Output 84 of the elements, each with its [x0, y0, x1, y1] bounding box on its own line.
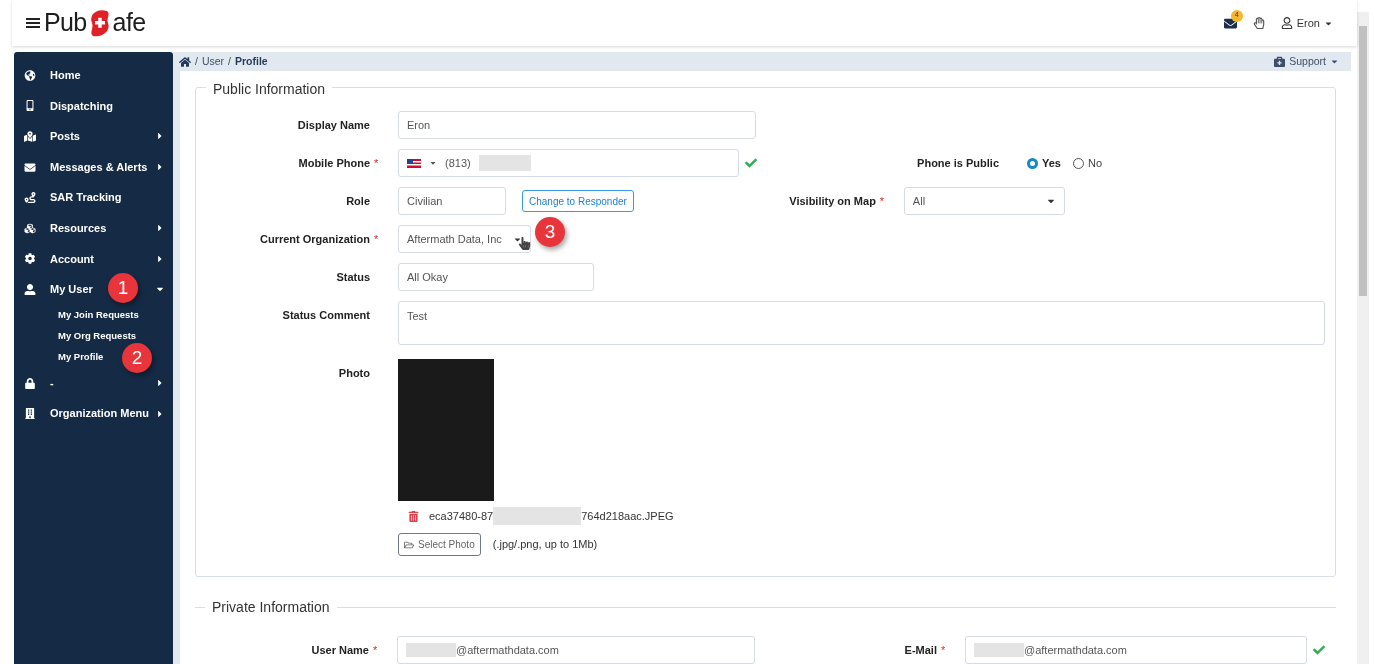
text-field[interactable]: All Okay [398, 263, 594, 291]
redaction-block [406, 643, 456, 657]
us-flag-icon [407, 158, 421, 168]
file-name-start: eca37480-87 [429, 508, 494, 524]
breadcrumb-link[interactable]: User [201, 53, 225, 70]
radio-label: Yes [1042, 155, 1061, 171]
field-label: Status Comment [282, 308, 370, 323]
user-icon [24, 283, 36, 295]
medical-kit-icon [1274, 56, 1286, 67]
redaction-block [974, 643, 1024, 657]
sidebar-item[interactable]: Posts [24, 128, 80, 145]
breadcrumb-separator: / [228, 53, 231, 69]
radio-button[interactable] [1072, 157, 1084, 169]
required-mark: * [374, 231, 379, 247]
field-label: Role [346, 193, 370, 209]
hand-cursor-icon [518, 237, 531, 250]
required-mark: * [941, 642, 946, 658]
phone-field[interactable]: (813) [398, 149, 739, 177]
text-field[interactable]: Civilian [398, 187, 506, 215]
file-hint: (.jpg/.png, up to 1Mb) [492, 537, 598, 553]
sidebar-item[interactable]: My User [24, 281, 93, 298]
lock-icon [24, 377, 36, 389]
user-menu[interactable]: Eron [1280, 14, 1333, 32]
radio-button[interactable] [1027, 157, 1038, 169]
phone-icon [24, 100, 36, 112]
file-name-end: 764d218aac.JPEG [581, 508, 674, 524]
map-icon [24, 131, 36, 142]
sidebar-item[interactable]: SAR Tracking [24, 189, 122, 206]
logo: Pub afe [44, 7, 146, 39]
sidebar-item[interactable]: - [24, 374, 54, 392]
select-photo-button[interactable]: Select Photo [398, 533, 481, 556]
breadcrumb-separator: / [195, 53, 198, 69]
trash-icon[interactable] [408, 510, 419, 522]
redaction-block [478, 155, 531, 171]
callout-badge: 2 [122, 342, 152, 373]
change-role-button[interactable]: Change to Responder [522, 190, 634, 212]
home-icon[interactable] [179, 55, 191, 68]
field-label: Current Organization [260, 231, 370, 247]
field-label: Visibility on Map [789, 193, 876, 209]
text-field[interactable]: @aftermathdata.com [397, 636, 755, 664]
field-label: Status [336, 269, 370, 285]
envelope-icon[interactable] [1223, 16, 1237, 30]
sidebar-item[interactable]: Home [24, 67, 81, 84]
hand-icon[interactable] [1252, 17, 1265, 29]
select-field[interactable]: Aftermath Data, Inc [398, 225, 531, 253]
settings-icon [24, 253, 36, 265]
sidebar-item[interactable]: Resources [24, 220, 107, 237]
sidebar-item[interactable]: Account [24, 250, 94, 268]
section-title: Private Information [211, 598, 331, 617]
text-area[interactable]: Test [398, 301, 1325, 345]
globe-icon [24, 69, 36, 81]
folder-icon [404, 539, 414, 550]
sidebar-subitem[interactable]: My Profile [58, 350, 104, 365]
field-label: User Name [311, 642, 369, 658]
callout-badge: 1 [108, 273, 138, 304]
text-field[interactable]: @aftermathdata.com [965, 636, 1307, 664]
required-mark: * [374, 155, 379, 171]
cubes-icon [24, 222, 36, 234]
sidebar-item[interactable]: Organization Menu [24, 405, 149, 422]
select-field[interactable]: All [903, 187, 1065, 215]
route-icon [24, 192, 36, 204]
sidebar-subitem[interactable]: My Join Requests [58, 308, 139, 323]
phone-value: (813) [445, 155, 471, 171]
sidebar-item[interactable]: Dispatching [24, 97, 113, 115]
field-label: Photo [338, 366, 370, 381]
sidebar-subitem[interactable]: My Org Requests [58, 329, 137, 344]
required-mark: * [879, 193, 885, 209]
envelope-icon [24, 161, 36, 173]
sidebar-item[interactable]: Messages & Alerts [24, 158, 148, 176]
callout-badge: 3 [535, 217, 565, 247]
caret-icon [429, 159, 437, 167]
user-icon [1280, 17, 1293, 29]
breadcrumb-link[interactable]: Profile [235, 53, 268, 70]
radio-label: No [1087, 155, 1103, 171]
support-menu[interactable]: Support [1274, 53, 1339, 70]
text-field[interactable]: Eron [398, 111, 756, 139]
caret-icon [1330, 57, 1339, 66]
field-label: Mobile Phone [298, 155, 370, 171]
required-mark: * [373, 642, 378, 658]
field-label: Phone is Public [917, 155, 999, 171]
field-label: Display Name [297, 117, 370, 133]
menu-icon[interactable] [26, 17, 40, 29]
field-label: E-Mail [904, 642, 937, 658]
building-icon [24, 408, 36, 420]
